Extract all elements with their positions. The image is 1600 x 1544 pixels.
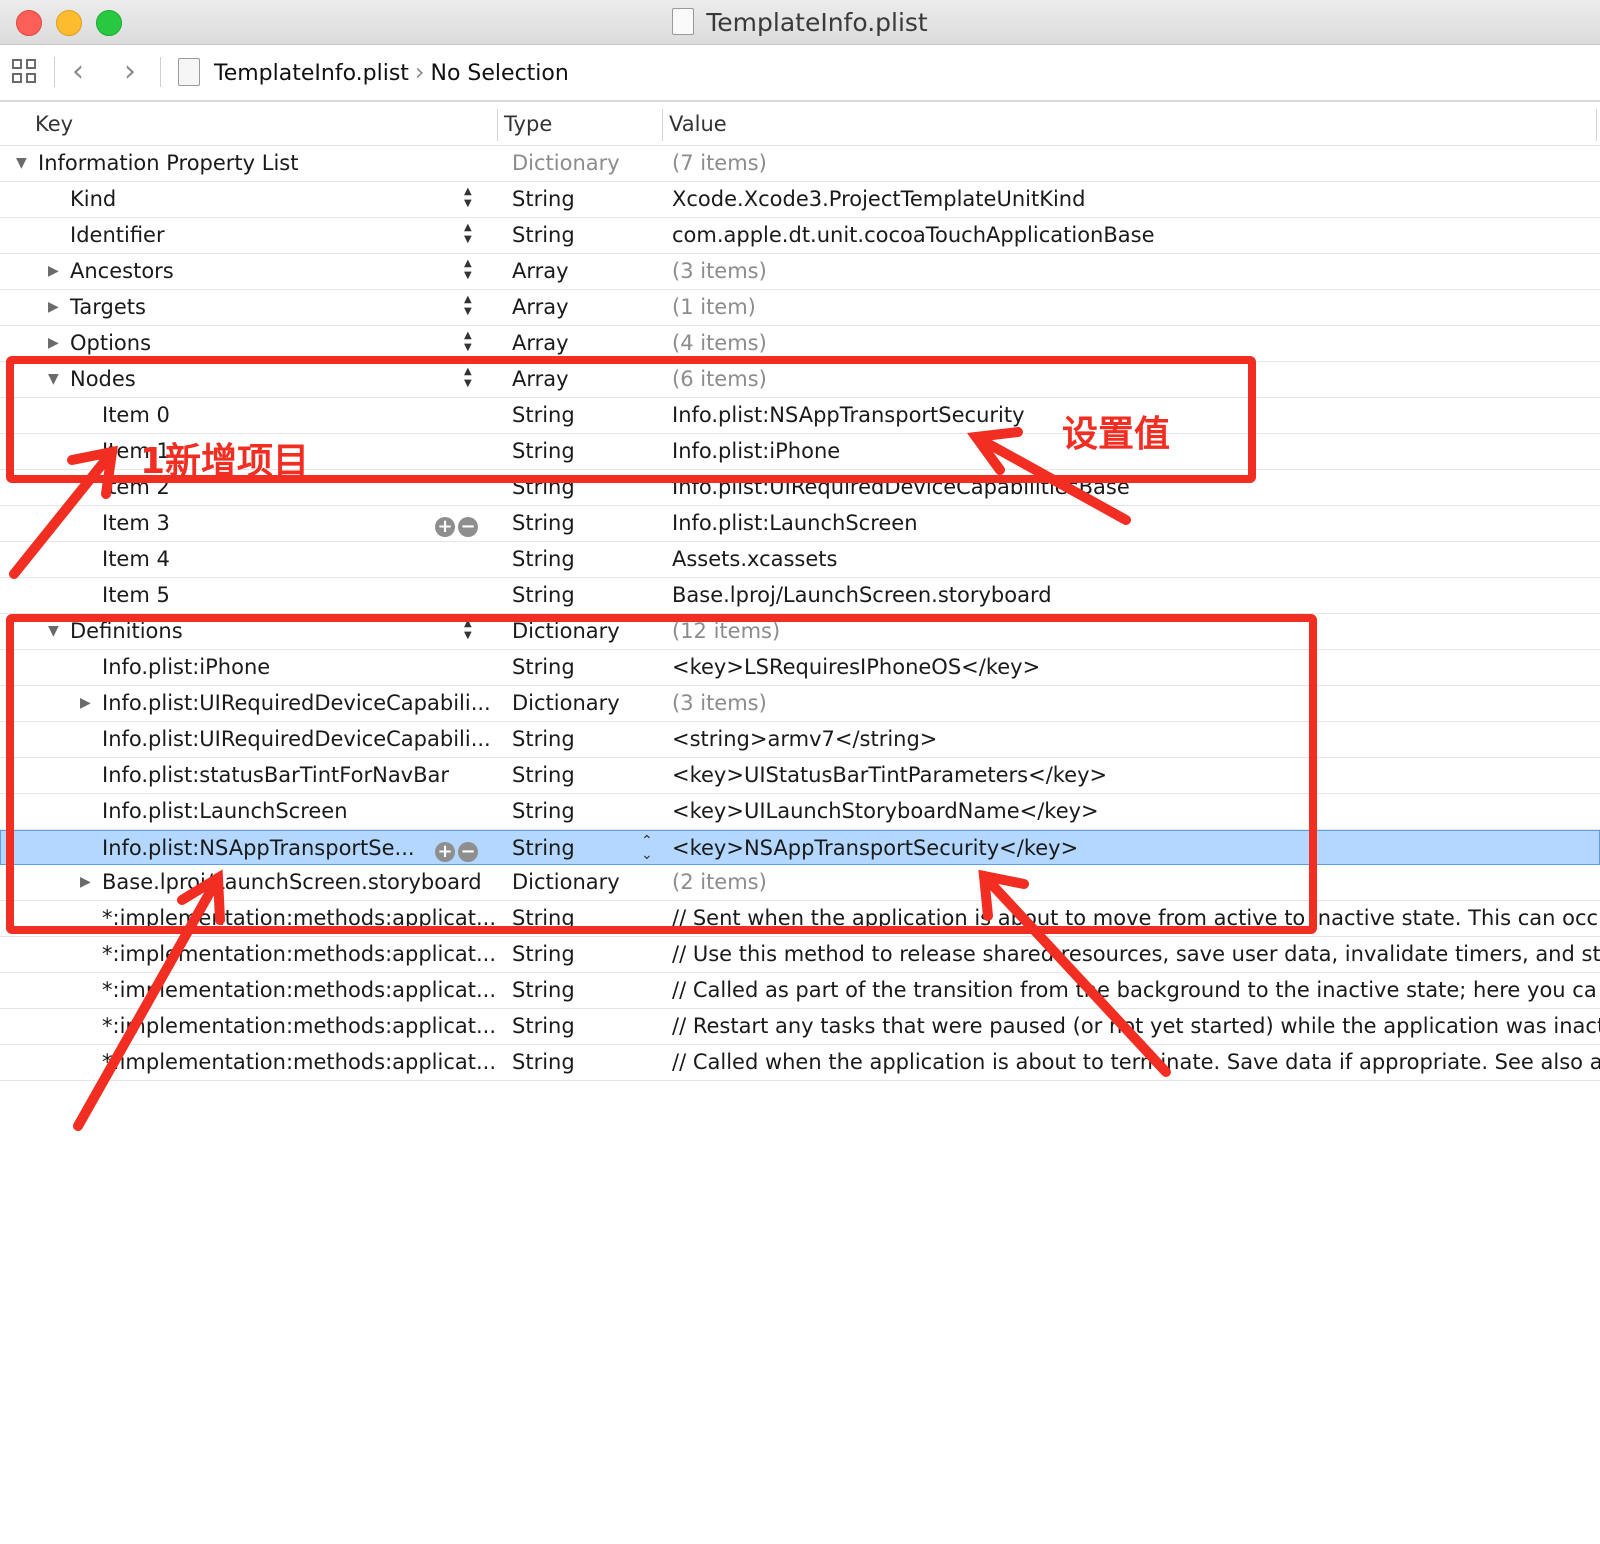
- toolbar-divider: [160, 57, 161, 87]
- row-key[interactable]: Ancestors: [70, 259, 174, 283]
- row-key[interactable]: *:implementation:methods:applicat...: [102, 978, 496, 1002]
- column-divider[interactable]: [1596, 109, 1597, 141]
- annotation-box-definitions: [6, 614, 1317, 934]
- column-header: Key Type Value: [0, 103, 1600, 146]
- disclosure-expanded-icon[interactable]: ▼: [16, 155, 27, 171]
- table-row[interactable]: *:implementation:methods:applicat... Str…: [0, 937, 1600, 973]
- breadcrumb: TemplateInfo.plist › No Selection: [214, 58, 569, 86]
- disclosure-collapsed-icon[interactable]: ▶: [48, 299, 59, 315]
- disclosure-collapsed-icon[interactable]: ▶: [48, 263, 59, 279]
- row-type[interactable]: String: [512, 1050, 575, 1074]
- key-popup-arrows-icon[interactable]: ▲ ▼: [464, 330, 472, 354]
- breadcrumb-selection[interactable]: No Selection: [431, 61, 569, 86]
- key-popup-arrows-icon[interactable]: ▲ ▼: [464, 294, 472, 318]
- column-header-key[interactable]: Key: [35, 112, 73, 136]
- row-type[interactable]: Array: [512, 331, 569, 355]
- key-popup-arrows-icon[interactable]: ▲ ▼: [464, 258, 472, 282]
- row-type[interactable]: String: [512, 547, 575, 571]
- breadcrumb-file[interactable]: TemplateInfo.plist: [214, 61, 409, 86]
- remove-row-icon[interactable]: −: [458, 517, 478, 537]
- row-value: (1 item): [672, 295, 756, 319]
- row-type[interactable]: String: [512, 583, 575, 607]
- plist-file-icon: [178, 58, 200, 86]
- row-add-remove: + −: [435, 513, 481, 537]
- window-title: TemplateInfo.plist: [0, 8, 1600, 37]
- table-row[interactable]: Kind ▲ ▼ String Xcode.Xcode3.ProjectTempl…: [0, 182, 1600, 218]
- row-type[interactable]: String: [512, 187, 575, 211]
- key-popup-arrows-icon[interactable]: ▲ ▼: [464, 222, 472, 246]
- row-value: (7 items): [672, 151, 767, 175]
- add-row-icon[interactable]: +: [435, 517, 455, 537]
- row-key[interactable]: *:implementation:methods:applicat...: [102, 942, 496, 966]
- back-chevron-icon[interactable]: ‹: [72, 55, 84, 89]
- row-value[interactable]: // Called when the application is about …: [672, 1050, 1600, 1074]
- related-items-grid-icon[interactable]: [12, 59, 38, 85]
- table-row[interactable]: *:implementation:methods:applicat... Str…: [0, 1045, 1600, 1081]
- row-key[interactable]: Targets: [70, 295, 146, 319]
- column-divider[interactable]: [497, 109, 498, 141]
- breadcrumb-separator-icon: ›: [414, 58, 425, 86]
- toolbar-divider: [54, 57, 55, 87]
- row-key[interactable]: Item 4: [102, 547, 170, 571]
- row-type[interactable]: String: [512, 978, 575, 1002]
- table-row[interactable]: *:implementation:methods:applicat... Str…: [0, 1009, 1600, 1045]
- annotation-set-value: 设置值: [1062, 414, 1171, 455]
- row-key[interactable]: Item 3: [102, 511, 170, 535]
- row-key[interactable]: Kind: [70, 187, 116, 211]
- row-type[interactable]: String: [512, 223, 575, 247]
- row-type[interactable]: Array: [512, 259, 569, 283]
- row-value[interactable]: Info.plist:LaunchScreen: [672, 511, 918, 535]
- row-value[interactable]: // Use this method to release shared res…: [672, 942, 1600, 966]
- row-type[interactable]: Array: [512, 295, 569, 319]
- row-type[interactable]: String: [512, 942, 575, 966]
- window-title-text: TemplateInfo.plist: [706, 8, 928, 37]
- jump-bar: ‹ › TemplateInfo.plist › No Selection: [0, 45, 1600, 102]
- row-value[interactable]: Base.lproj/LaunchScreen.storyboard: [672, 583, 1052, 607]
- row-type: Dictionary: [512, 151, 620, 175]
- table-row[interactable]: Identifier ▲ ▼ String com.apple.dt.unit.c…: [0, 218, 1600, 254]
- table-row[interactable]: Item 5 String Base.lproj/LaunchScreen.st…: [0, 578, 1600, 614]
- table-row[interactable]: ▶ Ancestors ▲ ▼ Array (3 items): [0, 254, 1600, 290]
- table-row[interactable]: ▶ Targets ▲ ▼ Array (1 item): [0, 290, 1600, 326]
- key-popup-arrows-icon[interactable]: ▲ ▼: [464, 186, 472, 210]
- row-key[interactable]: Options: [70, 331, 151, 355]
- row-type[interactable]: String: [512, 511, 575, 535]
- column-header-value[interactable]: Value: [669, 112, 727, 136]
- row-value[interactable]: Xcode.Xcode3.ProjectTemplateUnitKind: [672, 187, 1085, 211]
- row-key[interactable]: *:implementation:methods:applicat...: [102, 1050, 496, 1074]
- table-row[interactable]: *:implementation:methods:applicat... Str…: [0, 973, 1600, 1009]
- row-key[interactable]: *:implementation:methods:applicat...: [102, 1014, 496, 1038]
- row-value: (3 items): [672, 259, 767, 283]
- plist-file-icon: [672, 8, 695, 35]
- table-row[interactable]: Item 3 + − String Info.plist:LaunchScreen: [0, 506, 1600, 542]
- column-divider[interactable]: [662, 109, 663, 141]
- table-row[interactable]: ▼ Information Property List Dictionary (…: [0, 146, 1600, 182]
- row-key[interactable]: Information Property List: [38, 151, 298, 175]
- column-header-type[interactable]: Type: [504, 112, 552, 136]
- table-row[interactable]: Item 4 String Assets.xcassets: [0, 542, 1600, 578]
- row-key[interactable]: Item 5: [102, 583, 170, 607]
- row-value[interactable]: // Restart any tasks that were paused (o…: [672, 1014, 1600, 1038]
- row-value: (4 items): [672, 331, 767, 355]
- row-value[interactable]: Assets.xcassets: [672, 547, 837, 571]
- forward-chevron-icon[interactable]: ›: [124, 55, 136, 89]
- row-type[interactable]: String: [512, 1014, 575, 1038]
- row-value[interactable]: com.apple.dt.unit.cocoaTouchApplicationB…: [672, 223, 1155, 247]
- row-value[interactable]: // Called as part of the transition from…: [672, 978, 1597, 1002]
- title-bar: TemplateInfo.plist: [0, 0, 1600, 45]
- row-key[interactable]: Identifier: [70, 223, 165, 247]
- annotation-add-item: 1新增项目: [140, 441, 310, 482]
- disclosure-collapsed-icon[interactable]: ▶: [48, 335, 59, 351]
